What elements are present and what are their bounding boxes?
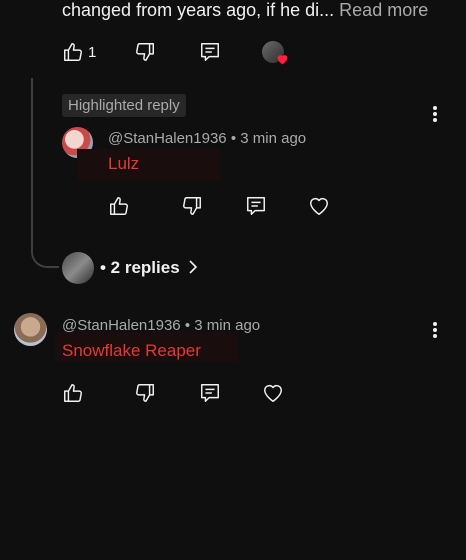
author-name[interactable]: @StanHalen1936 — [108, 130, 227, 147]
like-button[interactable] — [108, 195, 130, 217]
heart-icon — [262, 382, 284, 404]
thumbs-up-icon — [62, 41, 84, 63]
replies-avatar — [62, 252, 94, 284]
thumbs-down-icon — [134, 41, 156, 63]
thumbs-up-icon — [62, 382, 84, 404]
creator-heart-icon — [276, 53, 289, 65]
reply-text-highlight — [77, 149, 220, 181]
heart-icon — [308, 195, 330, 217]
thumbs-up-icon — [108, 195, 130, 217]
more-options-button[interactable] — [424, 103, 446, 125]
dislike-button[interactable] — [134, 41, 156, 63]
comment-reply-icon — [245, 195, 267, 217]
comment-reply-icon — [199, 41, 221, 63]
highlighted-reply-badge: Highlighted reply — [62, 94, 186, 117]
reply-button[interactable] — [199, 41, 221, 63]
dislike-button[interactable] — [134, 382, 156, 404]
heart-button[interactable] — [308, 195, 330, 217]
dislike-button[interactable] — [181, 195, 203, 217]
heart-button[interactable] — [262, 382, 284, 404]
reply-text: Lulz — [108, 154, 140, 173]
timestamp: 3 min ago — [240, 130, 307, 147]
view-replies-link[interactable]: • 2 replies — [100, 258, 198, 279]
reply-button[interactable] — [199, 382, 221, 404]
read-more-link[interactable]: Read more — [339, 0, 428, 20]
more-vertical-icon — [432, 321, 438, 339]
comment-reply-icon — [199, 382, 221, 404]
reply-button[interactable] — [245, 195, 267, 217]
like-button[interactable] — [62, 41, 84, 63]
thumbs-down-icon — [181, 195, 203, 217]
thumbs-down-icon — [134, 382, 156, 404]
chevron-right-icon — [188, 259, 198, 279]
replies-label: • 2 replies — [100, 258, 180, 277]
like-button[interactable] — [62, 382, 84, 404]
reply-meta: @StanHalen1936 • 3 min ago — [108, 130, 307, 147]
like-count: 1 — [88, 44, 97, 61]
comment-text: changed from years ago, if he di... — [62, 0, 335, 20]
comment-text: Snowflake Reaper — [62, 341, 201, 360]
comment-text-truncated: changed from years ago, if he di... Read… — [62, 0, 428, 21]
more-vertical-icon — [432, 105, 438, 123]
thread-connector-line — [31, 78, 59, 268]
avatar[interactable] — [14, 313, 47, 346]
more-options-button[interactable] — [424, 319, 446, 341]
